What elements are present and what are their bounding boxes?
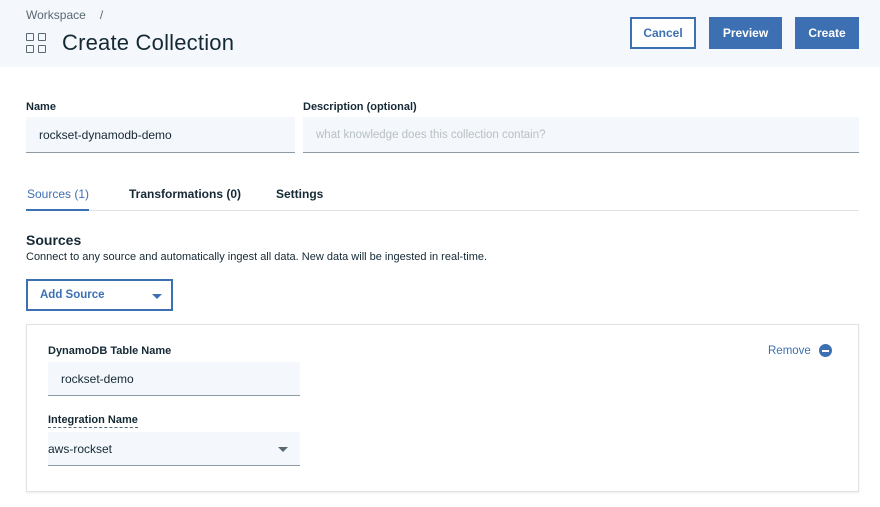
remove-source-button[interactable]: Remove xyxy=(768,344,832,357)
page-header: Workspace / Create Collection Cancel Pre… xyxy=(0,0,880,67)
active-tab-indicator xyxy=(26,209,89,211)
tab-bar: Sources (1) Transformations (0) Settings xyxy=(26,182,859,211)
description-label: Description (optional) xyxy=(303,101,417,113)
page-title: Create Collection xyxy=(62,30,235,55)
remove-label: Remove xyxy=(768,344,811,357)
chevron-down-icon xyxy=(278,447,288,452)
integration-name-label-text: Integration Name xyxy=(48,414,138,428)
add-source-label: Add Source xyxy=(40,289,105,301)
integration-select-value: aws-rockset xyxy=(48,441,113,456)
table-name-input[interactable]: rockset-demo xyxy=(48,362,300,396)
description-input[interactable]: what knowledge does this collection cont… xyxy=(303,117,859,153)
sources-heading: Sources xyxy=(26,232,82,248)
minus-circle-icon xyxy=(818,344,832,357)
title-row: Create Collection xyxy=(26,30,234,56)
cancel-button[interactable]: Cancel xyxy=(630,17,696,49)
create-button[interactable]: Create xyxy=(795,17,859,49)
chevron-down-icon xyxy=(152,294,162,299)
preview-button[interactable]: Preview xyxy=(709,17,782,49)
table-name-label: DynamoDB Table Name xyxy=(48,345,172,357)
tab-transformations[interactable]: Transformations (0) xyxy=(129,187,241,201)
tab-settings[interactable]: Settings xyxy=(276,187,323,201)
tab-sources[interactable]: Sources (1) xyxy=(27,187,89,201)
integration-name-label: Integration Name xyxy=(48,414,138,428)
sources-description: Connect to any source and automatically … xyxy=(26,251,488,263)
add-source-dropdown[interactable]: Add Source xyxy=(26,279,173,311)
breadcrumb: Workspace / xyxy=(26,8,103,22)
breadcrumb-separator: / xyxy=(99,8,104,22)
name-label: Name xyxy=(26,101,56,113)
breadcrumb-workspace-link[interactable]: Workspace xyxy=(26,8,86,22)
integration-select[interactable]: aws-rockset xyxy=(48,432,300,466)
name-input[interactable]: rockset-dynamodb-demo xyxy=(26,117,295,153)
grid-icon xyxy=(26,33,46,53)
